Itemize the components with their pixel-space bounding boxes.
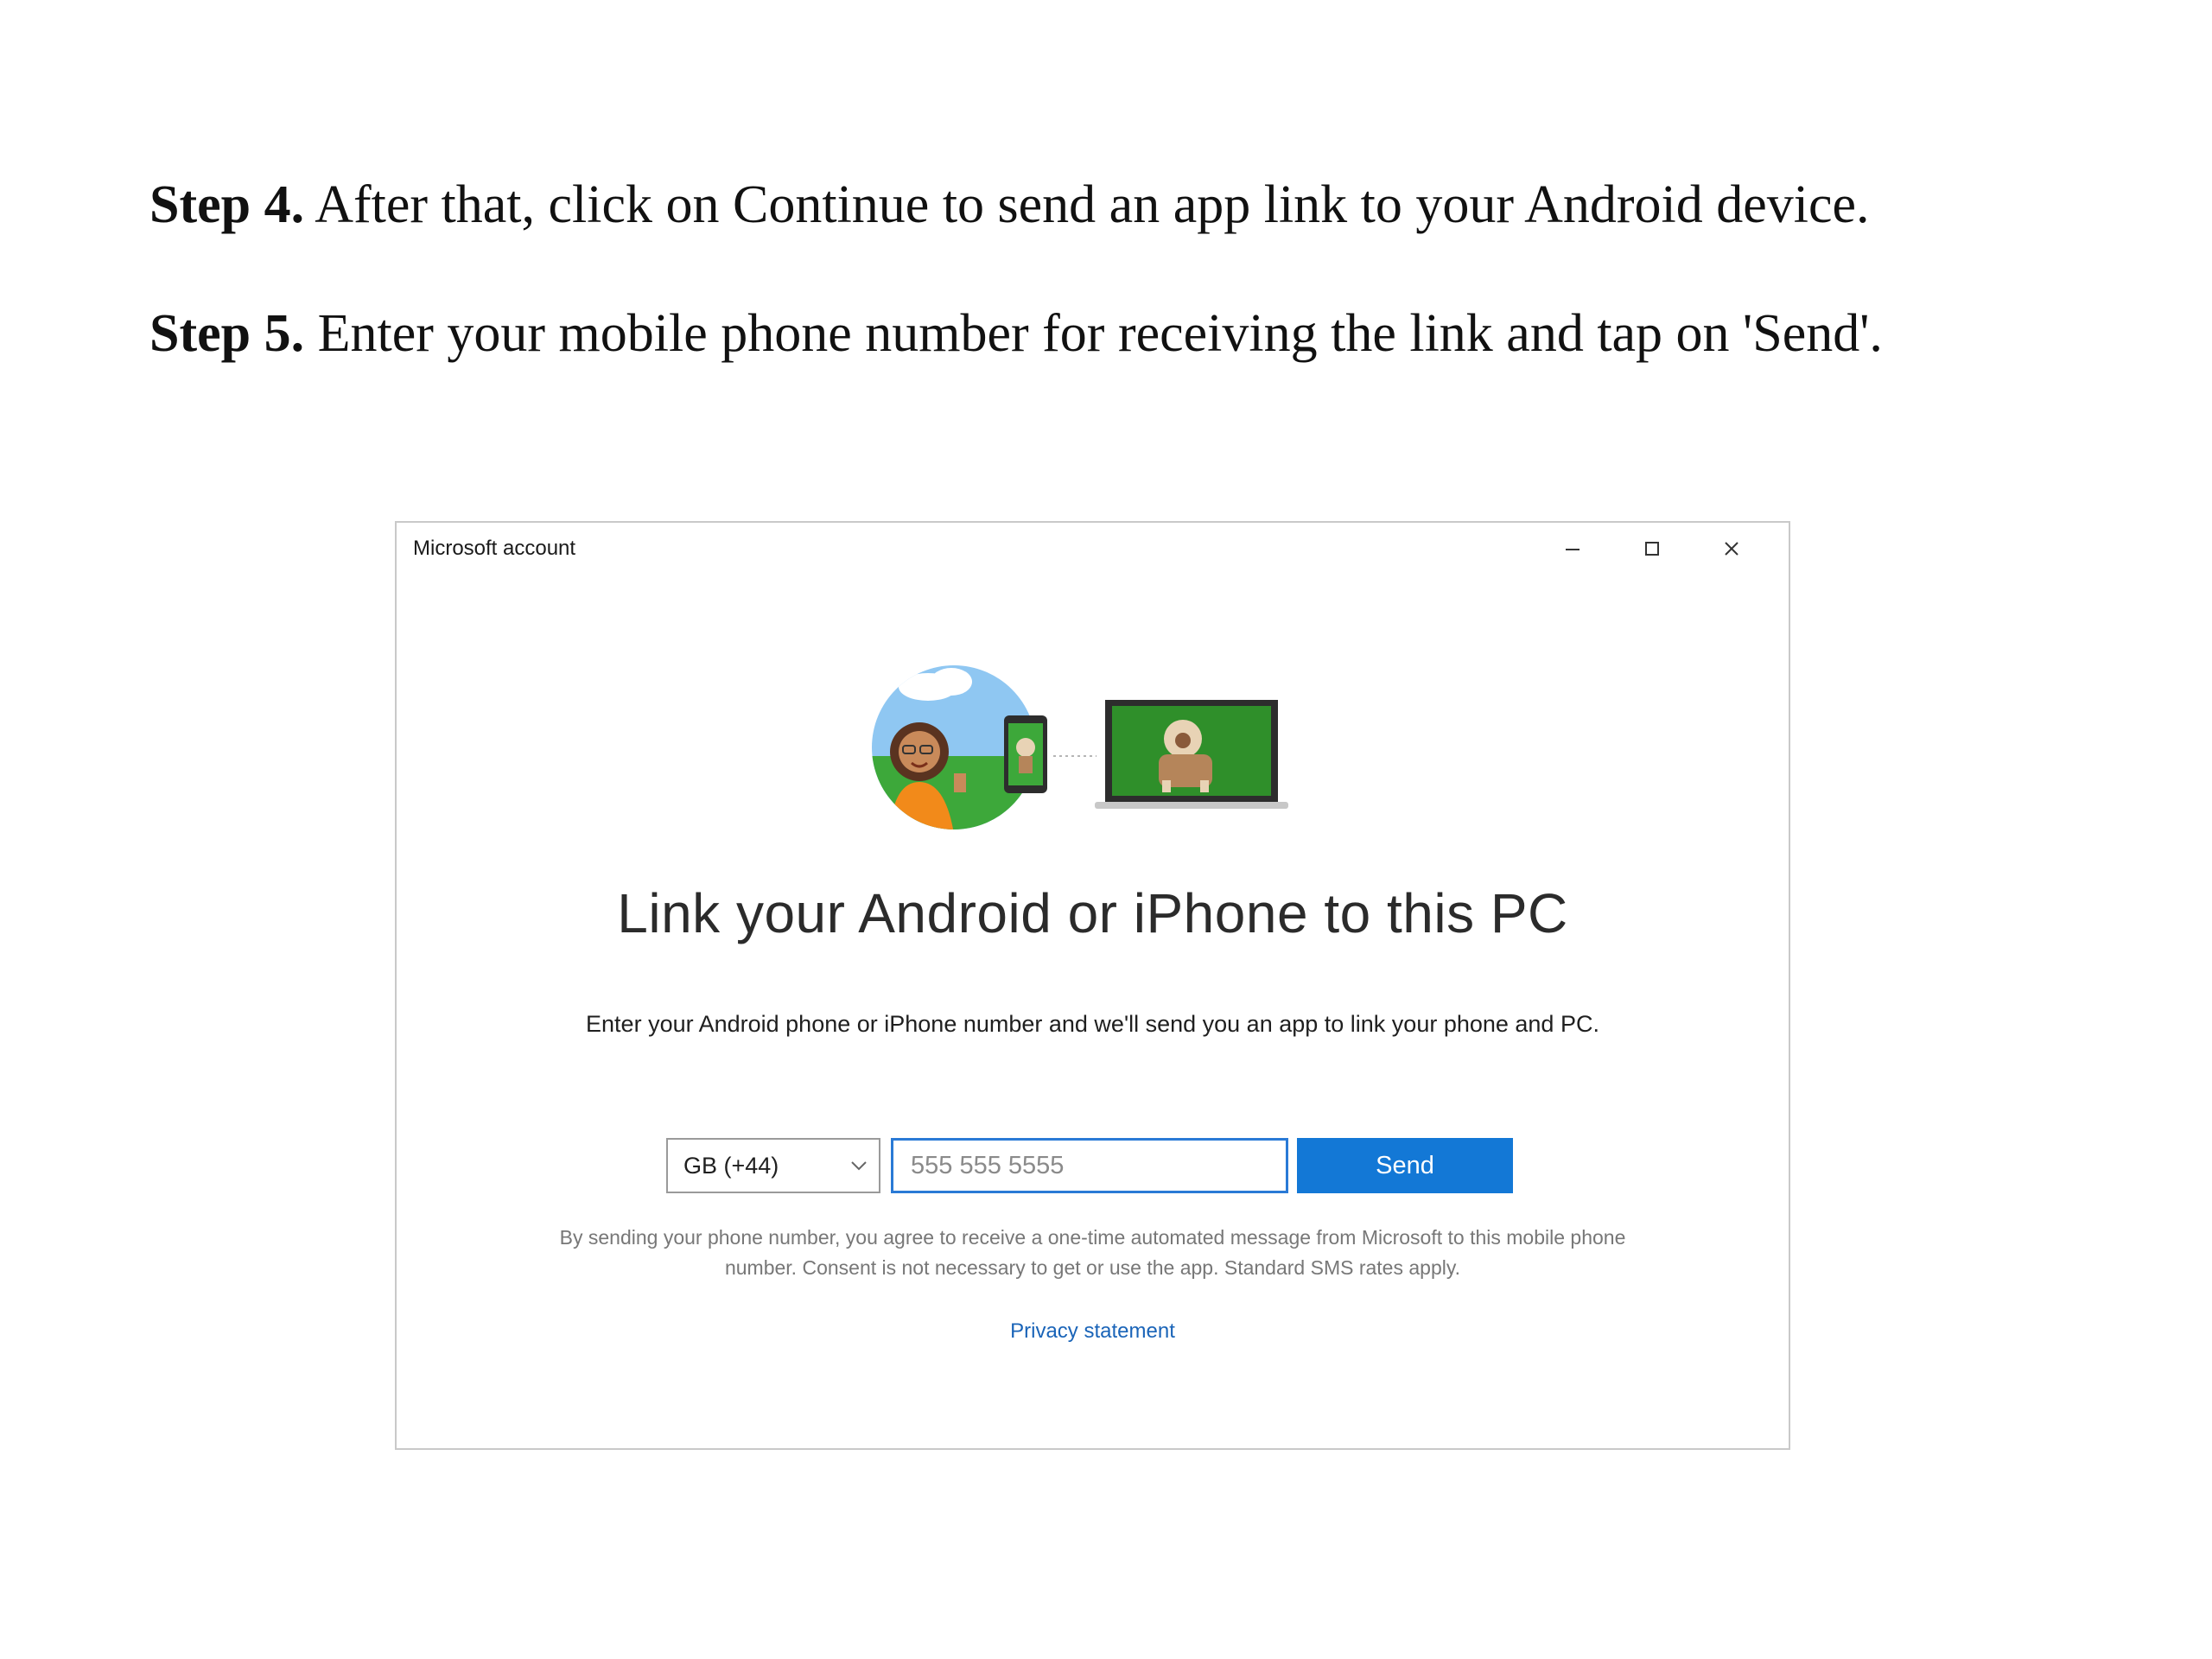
step-5: Step 5. Enter your mobile phone number f… (149, 302, 2094, 365)
title-bar[interactable]: Microsoft account (397, 523, 1789, 575)
step-5-label: Step 5. (149, 304, 305, 364)
step-4-label: Step 4. (149, 175, 305, 234)
dialog-heading: Link your Android or iPhone to this PC (617, 882, 1568, 944)
chevron-down-icon (851, 1161, 867, 1171)
microsoft-account-window: Microsoft account Link your Android or i… (395, 521, 1790, 1450)
phone-pc-illustration (872, 665, 1288, 830)
phone-icon (1004, 715, 1047, 793)
consent-disclaimer: By sending your phone number, you agree … (559, 1226, 1626, 1279)
step-4-text: After that, click on Continue to send an… (304, 175, 1870, 234)
country-code-select[interactable]: GB (+44) (666, 1138, 880, 1193)
step-4: Step 4. After that, click on Continue to… (149, 173, 2094, 237)
maximize-icon (1645, 542, 1659, 556)
window-controls (1533, 530, 1771, 568)
minimize-icon (1566, 549, 1580, 550)
privacy-statement-link[interactable]: Privacy statement (397, 1319, 1789, 1344)
instructions: Step 4. After that, click on Continue to… (149, 173, 2094, 431)
close-icon (1725, 542, 1738, 556)
page: Step 4. After that, click on Continue to… (0, 0, 2212, 1659)
send-button[interactable]: Send (1297, 1138, 1513, 1193)
step-5-text: Enter your mobile phone number for recei… (304, 304, 1883, 364)
minimize-button[interactable] (1533, 530, 1612, 568)
window-title: Microsoft account (413, 537, 576, 560)
phone-number-input[interactable] (891, 1138, 1288, 1193)
phone-form: GB (+44) Send (666, 1138, 1513, 1193)
close-button[interactable] (1692, 530, 1771, 568)
maximize-button[interactable] (1612, 530, 1692, 568)
dialog-description: Enter your Android phone or iPhone numbe… (586, 1011, 1599, 1037)
country-code-value: GB (+44) (683, 1152, 779, 1179)
laptop-icon (1095, 700, 1288, 809)
